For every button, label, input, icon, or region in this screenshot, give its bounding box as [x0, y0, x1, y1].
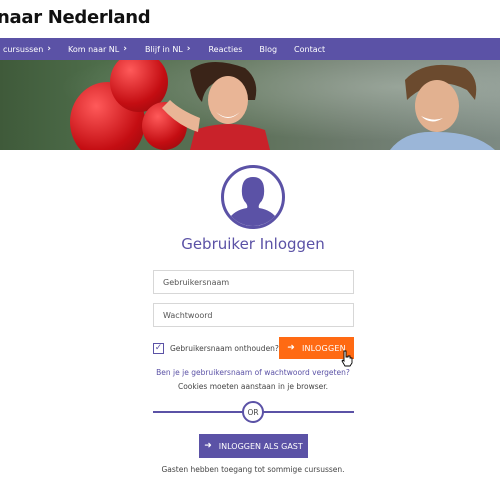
site-title[interactable]: naar Nederland: [0, 7, 151, 33]
nav-item-mijn-cursussen[interactable]: Mijn cursussen ›: [0, 38, 51, 60]
nav-label: Kom naar NL: [68, 44, 120, 54]
chevron-right-icon: ›: [123, 44, 127, 54]
remember-label: Gebruikersnaam onthouden?: [170, 343, 279, 353]
forgot-credentials-link[interactable]: Ben je je gebruikersnaam of wachtwoord v…: [0, 368, 500, 377]
guest-login-button[interactable]: ➜ INLOGGEN ALS GAST: [199, 434, 308, 458]
hero-banner-image: [0, 60, 500, 150]
user-silhouette-icon: [221, 165, 285, 229]
nav-item-kom-naar-nl[interactable]: Kom naar NL ›: [68, 38, 127, 60]
nav-label: Reacties: [208, 44, 243, 54]
nav-label: Mijn cursussen: [0, 44, 44, 54]
nav-label: Contact: [294, 44, 326, 54]
password-input[interactable]: [153, 303, 354, 327]
or-divider: OR: [242, 401, 264, 423]
page-title: Gebruiker Inloggen: [181, 235, 325, 253]
chevron-right-icon: ›: [186, 44, 191, 54]
nav-item-reacties[interactable]: Reacties: [208, 38, 242, 60]
nav-label: Blog: [259, 44, 278, 54]
guest-note: Gasten hebben toegang tot sommige cursus…: [161, 465, 345, 474]
nav-item-blog[interactable]: Blog: [259, 38, 277, 60]
checkmark-icon: ✓: [154, 342, 163, 353]
nav-label: Blijf in NL: [144, 44, 183, 54]
or-label: OR: [247, 407, 259, 417]
chevron-right-icon: ›: [47, 44, 52, 54]
remember-checkbox[interactable]: ✓: [153, 342, 164, 354]
arrow-right-icon: ➜: [287, 343, 295, 353]
nav-item-blijf-in-nl[interactable]: Blijf in NL ›: [145, 38, 191, 60]
hand-pointer-icon: [341, 350, 353, 367]
remember-username-row[interactable]: ✓ Gebruikersnaam onthouden?: [153, 341, 279, 355]
cookies-note: Cookies moeten aanstaan in je browser.: [177, 382, 329, 391]
guest-login-label: INLOGGEN ALS GAST: [218, 441, 303, 451]
main-nav: Mijn cursussen › Kom naar NL › Blijf in …: [0, 38, 500, 60]
man-figure: [390, 64, 495, 150]
arrow-right-icon: ➜: [204, 441, 212, 451]
woman-figure: [162, 61, 270, 150]
nav-item-contact[interactable]: Contact: [294, 38, 325, 60]
username-input[interactable]: [153, 270, 354, 294]
